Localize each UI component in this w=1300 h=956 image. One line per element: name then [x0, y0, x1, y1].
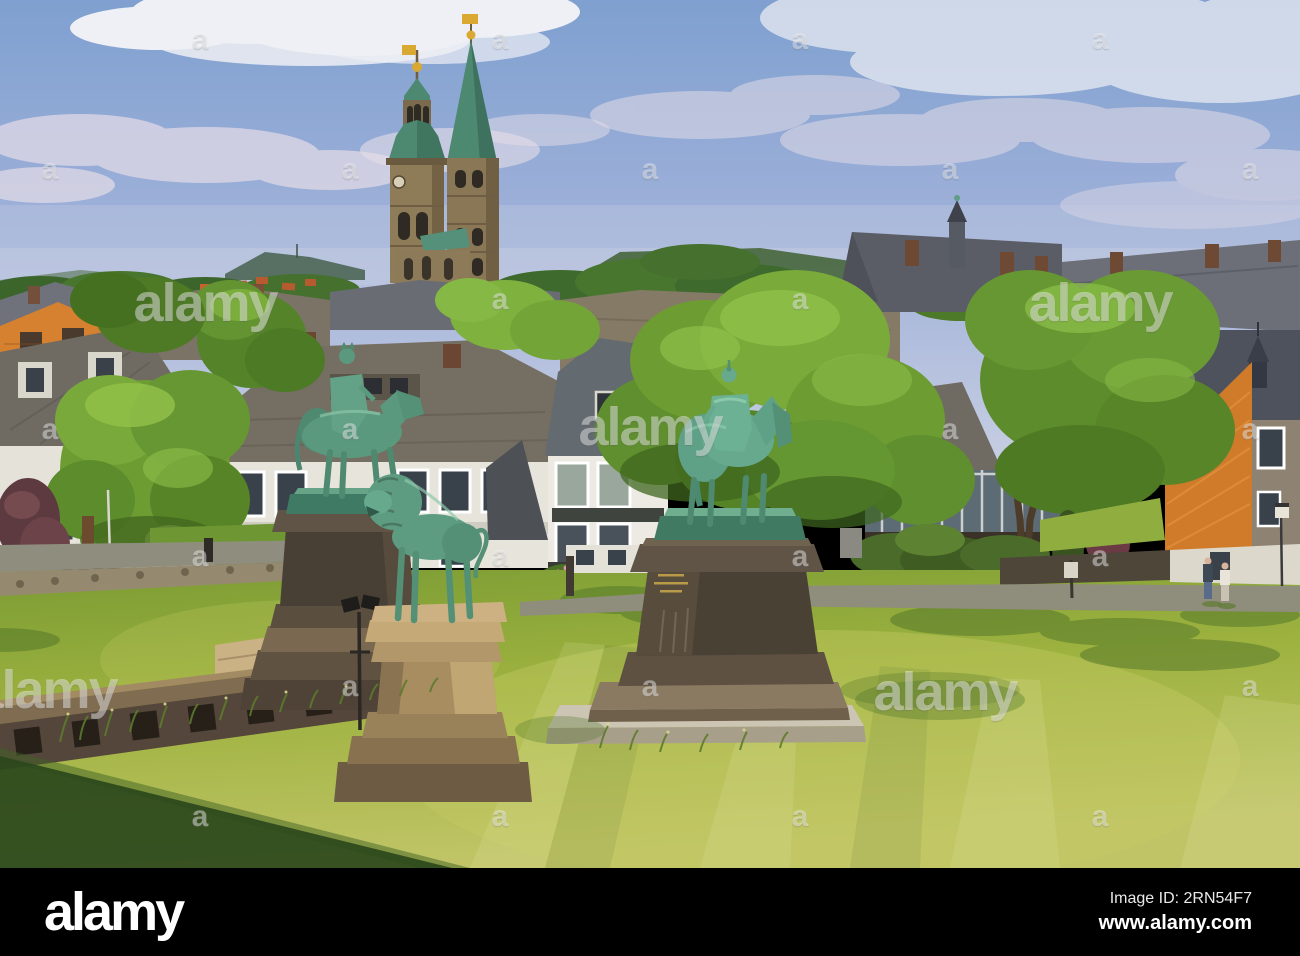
small-post — [566, 556, 574, 596]
photo-scene — [0, 0, 1300, 868]
photo-area: a a a a a a a a a a a a a a a a a a a a a a a a a a alamy alamy alam… — [0, 0, 1300, 868]
rider-head — [339, 348, 355, 364]
person-2-torso — [1220, 570, 1230, 585]
bronze-plinth — [654, 516, 806, 540]
person-1-head — [1204, 557, 1212, 565]
weathervane-flag — [462, 14, 478, 24]
bollard — [204, 538, 213, 562]
golden-ball-finial — [412, 62, 422, 72]
wooden-post — [82, 516, 94, 546]
chimney — [443, 344, 461, 368]
alamy-logo: alamy — [44, 882, 185, 942]
chimney — [1110, 252, 1123, 274]
footer-meta: Image ID: 2RN54F7 www.alamy.com — [1099, 890, 1252, 935]
footer-bar: alamy Image ID: 2RN54F7 www.alamy.com — [0, 868, 1300, 956]
golden-ball-finial — [466, 30, 476, 40]
chimney — [28, 286, 40, 304]
chimney — [1268, 240, 1281, 262]
person-1-torso — [1203, 564, 1213, 582]
website-text: www.alamy.com — [1098, 911, 1252, 934]
cast-shadow — [855, 680, 1025, 720]
person-1-legs — [1204, 582, 1212, 599]
info-board — [840, 528, 862, 558]
chimney — [905, 240, 919, 266]
person-2-legs — [1221, 585, 1229, 601]
chimney — [1205, 244, 1219, 268]
alamy-stock-photo-page: a a a a a a a a a a a a a a a a a a a a a a a a a a alamy alamy alam… — [0, 0, 1300, 956]
weathervane-flag — [402, 45, 416, 55]
person-2-head — [1221, 562, 1229, 570]
image-id-text: Image ID: 2RN54F7 — [1109, 889, 1252, 907]
